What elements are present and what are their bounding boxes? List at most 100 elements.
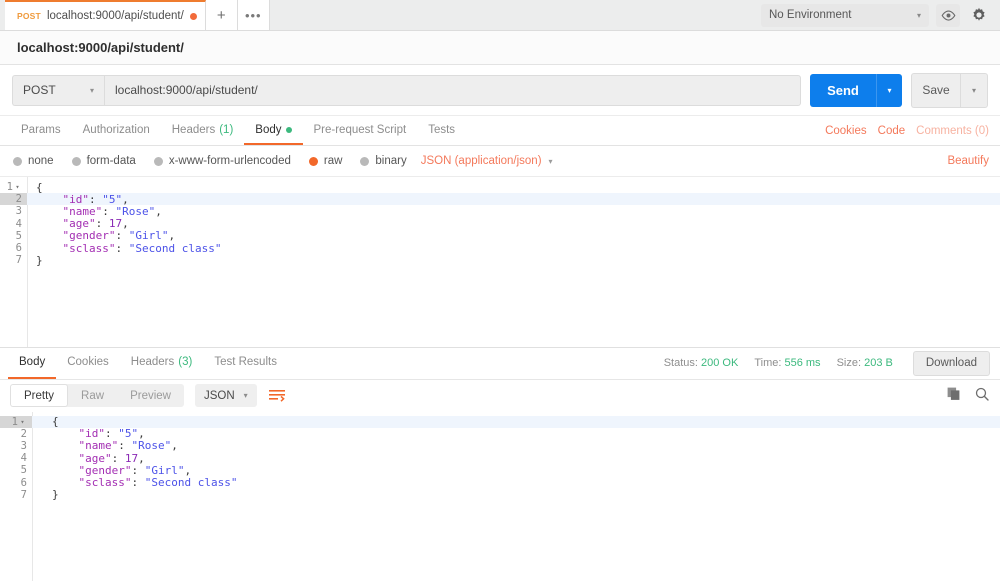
content-type-value: JSON (application/json) — [421, 155, 542, 167]
view-pretty[interactable]: Pretty — [10, 384, 68, 407]
cookies-link[interactable]: Cookies — [825, 125, 867, 137]
wrap-lines-button[interactable] — [269, 389, 285, 402]
settings-button[interactable] — [967, 4, 991, 27]
wrap-lines-icon — [269, 389, 285, 402]
tab-options-button[interactable]: ••• — [238, 0, 270, 30]
tab-label: Headers — [172, 124, 215, 136]
code-text: "id": "5", — [27, 193, 129, 206]
tab-label: Authorization — [83, 124, 150, 136]
response-tab-headers[interactable]: Headers (3) — [120, 348, 204, 379]
token-str: "5" — [118, 427, 138, 440]
code-text: } — [27, 254, 43, 267]
code-text: "gender": "Girl", — [32, 464, 191, 477]
code-line: 1▾{ — [0, 416, 1000, 428]
fold-arrow-icon[interactable]: ▾ — [18, 418, 27, 426]
response-toolbar-right — [947, 387, 989, 404]
send-options-button[interactable]: ▾ — [876, 74, 902, 107]
view-raw[interactable]: Raw — [68, 384, 117, 407]
chevron-down-icon: ▾ — [917, 11, 921, 20]
body-type-none[interactable]: none — [13, 155, 54, 167]
token-pun: , — [168, 229, 175, 242]
code-line: 3 "name": "Rose", — [0, 440, 1000, 452]
save-button[interactable]: Save — [911, 73, 960, 108]
body-type-urlencoded[interactable]: x-www-form-urlencoded — [154, 155, 291, 167]
tab-label: Params — [21, 124, 61, 136]
tab-headers[interactable]: Headers (1) — [161, 116, 245, 145]
code-line: 6 "sclass": "Second class" — [0, 476, 1000, 488]
send-button[interactable]: Send — [810, 74, 876, 107]
http-method-select[interactable]: POST ▾ — [12, 75, 104, 106]
view-preview[interactable]: Preview — [117, 384, 184, 407]
response-format-value: JSON — [204, 390, 235, 402]
code-text: } — [32, 488, 59, 501]
response-tab-cookies[interactable]: Cookies — [56, 348, 120, 379]
radio-icon — [13, 157, 22, 166]
tab-authorization[interactable]: Authorization — [72, 116, 161, 145]
token-pun: { — [36, 181, 43, 194]
tab-params[interactable]: Params — [10, 116, 72, 145]
token-pun: { — [52, 415, 59, 428]
request-section-tabs: Params Authorization Headers (1) Body Pr… — [0, 116, 1000, 146]
line-number: 4 — [0, 452, 32, 464]
search-button[interactable] — [975, 387, 989, 404]
download-button[interactable]: Download — [913, 351, 990, 376]
token-pun: : — [105, 427, 118, 440]
radio-selected-icon — [309, 157, 318, 166]
response-meta: Status: 200 OK Time: 556 ms Size: 203 B … — [664, 348, 1000, 379]
body-type-binary[interactable]: binary — [360, 155, 406, 167]
code-line: 7} — [0, 254, 1000, 266]
tab-tests[interactable]: Tests — [417, 116, 466, 145]
line-number: 5 — [0, 230, 27, 242]
line-number: 4 — [0, 218, 27, 230]
token-key: "age" — [36, 217, 96, 230]
token-str: "Second class" — [145, 476, 238, 489]
body-type-form-data[interactable]: form-data — [72, 155, 136, 167]
request-tab-active[interactable]: POST localhost:9000/api/student/ — [5, 0, 206, 30]
token-pun: , — [122, 193, 129, 206]
content-type-select[interactable]: JSON (application/json) ▾ — [421, 155, 553, 167]
environment-selected-label: No Environment — [769, 9, 851, 21]
beautify-button[interactable]: Beautify — [947, 155, 1000, 167]
code-link[interactable]: Code — [878, 125, 906, 137]
tab-pre-request-script[interactable]: Pre-request Script — [303, 116, 418, 145]
token-key: "name" — [52, 439, 118, 452]
tab-label: Headers — [131, 356, 174, 368]
token-pun: : — [115, 242, 128, 255]
new-tab-button[interactable]: + — [206, 0, 238, 30]
code-line: 6 "sclass": "Second class" — [0, 242, 1000, 254]
time-value: 556 ms — [784, 357, 820, 369]
size-badge: Size: 203 B — [837, 357, 893, 369]
comments-link[interactable]: Comments (0) — [916, 125, 989, 137]
body-type-label: form-data — [87, 155, 136, 167]
token-str: "Rose" — [131, 439, 171, 452]
copy-button[interactable] — [947, 387, 961, 404]
environment-selector[interactable]: No Environment ▾ — [761, 4, 929, 27]
token-pun: : — [96, 217, 109, 230]
token-pun: : — [131, 464, 144, 477]
fold-arrow-icon[interactable]: ▾ — [13, 183, 22, 191]
token-pun: : — [89, 193, 102, 206]
environment-quick-look-button[interactable] — [936, 4, 960, 27]
url-input[interactable]: localhost:9000/api/student/ — [104, 75, 801, 106]
code-line: 3 "name": "Rose", — [0, 205, 1000, 217]
response-tab-test-results[interactable]: Test Results — [203, 348, 288, 379]
token-key: "id" — [36, 193, 89, 206]
chevron-down-icon: ▾ — [244, 391, 248, 400]
token-pun: , — [184, 464, 191, 477]
tab-label: Body — [19, 356, 45, 368]
response-tab-body[interactable]: Body — [8, 348, 56, 379]
token-pun: , — [171, 439, 178, 452]
tab-count: (3) — [178, 356, 192, 368]
response-body-editor[interactable]: 1▾{2 "id": "5",3 "name": "Rose",4 "age":… — [0, 412, 1000, 581]
token-pun: : — [118, 439, 131, 452]
line-number: 3 — [0, 205, 27, 217]
body-type-raw[interactable]: raw — [309, 155, 343, 167]
save-options-button[interactable]: ▾ — [960, 73, 988, 108]
token-key: "id" — [52, 427, 105, 440]
response-format-select[interactable]: JSON ▾ — [195, 384, 257, 407]
request-body-editor[interactable]: 1▾{2 "id": "5",3 "name": "Rose",4 "age":… — [0, 177, 1000, 348]
tab-body[interactable]: Body — [244, 116, 302, 145]
body-type-row: none form-data x-www-form-urlencoded raw… — [0, 146, 1000, 177]
line-number: 5 — [0, 464, 32, 476]
time-badge: Time: 556 ms — [754, 357, 820, 369]
